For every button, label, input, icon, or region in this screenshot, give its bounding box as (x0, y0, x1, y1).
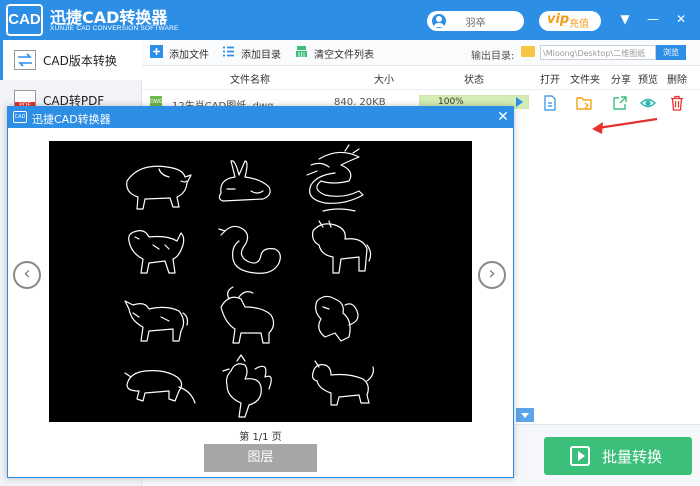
sidebar-item-cad-version[interactable]: CAD版本转换 (0, 40, 142, 80)
folder-icon (521, 46, 535, 57)
play-icon[interactable] (516, 97, 523, 107)
dropdown-button[interactable] (516, 408, 534, 422)
vip-label: 充值 (569, 19, 589, 30)
cad-drawing-preview[interactable] (49, 141, 472, 422)
browse-button[interactable]: 浏览 (656, 45, 686, 60)
clear-list-label: 清空文件列表 (314, 50, 374, 61)
plus-icon (150, 45, 163, 58)
user-name: 羽卒 (465, 18, 486, 29)
play-icon (570, 446, 590, 466)
close-button[interactable]: ✕ (673, 11, 689, 27)
batch-convert-button[interactable]: 批量转换 (544, 437, 692, 475)
page-indicator: 第 1/1 页 (239, 432, 282, 443)
menu-dropdown-icon[interactable]: ▼ (617, 11, 633, 27)
layer-button[interactable]: 图层 (204, 444, 317, 472)
output-path-field[interactable]: \Mloong\Desktop\二维图纸 (540, 45, 656, 60)
zodiac-drawing-image (124, 144, 374, 418)
broom-icon (296, 46, 307, 57)
dialog-title-bar: CAD 迅捷CAD转换器 ✕ (8, 107, 513, 128)
dialog-title: 迅捷CAD转换器 (32, 113, 111, 126)
column-header-size: 大小 (374, 75, 394, 86)
sidebar-item-label: CAD版本转换 (43, 54, 117, 68)
vip-recharge-button[interactable]: vip 充值 (539, 11, 601, 31)
column-header-delete: 删除 (667, 75, 687, 86)
vip-icon: vip (547, 12, 570, 27)
preview-eye-icon[interactable] (640, 95, 656, 111)
app-logo-icon: CAD (13, 111, 27, 123)
output-dir-label: 输出目录: (471, 51, 515, 62)
column-header-status: 状态 (464, 75, 484, 86)
preview-dialog: CAD 迅捷CAD转换器 ✕ ‹ › 第 1/1 页 图层 (7, 106, 514, 478)
list-icon (223, 46, 234, 57)
column-header-share: 分享 (611, 75, 631, 86)
app-subtitle: XUNJIE CAD CONVERSION SOFTWARE (50, 25, 179, 32)
add-file-label: 添加文件 (169, 50, 209, 61)
toolbar: 添加文件 添加目录 清空文件列表 输出目录: \Mloong\Desktop\二… (142, 40, 700, 66)
cad-version-icon (14, 50, 36, 70)
minimize-button[interactable]: — (645, 11, 661, 27)
open-file-icon[interactable] (542, 95, 558, 111)
dialog-close-button[interactable]: ✕ (496, 109, 510, 125)
share-icon[interactable] (612, 95, 628, 111)
user-account-button[interactable]: 羽卒 (427, 11, 524, 31)
delete-trash-icon[interactable] (669, 95, 685, 111)
open-folder-icon[interactable] (576, 95, 592, 111)
next-page-button[interactable]: › (478, 261, 506, 289)
previous-page-button[interactable]: ‹ (13, 261, 41, 289)
column-header-preview: 预览 (638, 75, 658, 86)
file-table-header: 文件名称 大小 状态 打开 文件夹 分享 预览 删除 (142, 66, 700, 90)
column-header-name: 文件名称 (230, 75, 270, 86)
app-logo: CAD (6, 4, 43, 36)
column-header-folder: 文件夹 (570, 75, 600, 86)
add-folder-label: 添加目录 (241, 50, 281, 61)
title-bar: CAD 迅捷CAD转换器 XUNJIE CAD CONVERSION SOFTW… (0, 0, 700, 40)
batch-convert-label: 批量转换 (602, 448, 663, 466)
column-header-open: 打开 (540, 75, 560, 86)
